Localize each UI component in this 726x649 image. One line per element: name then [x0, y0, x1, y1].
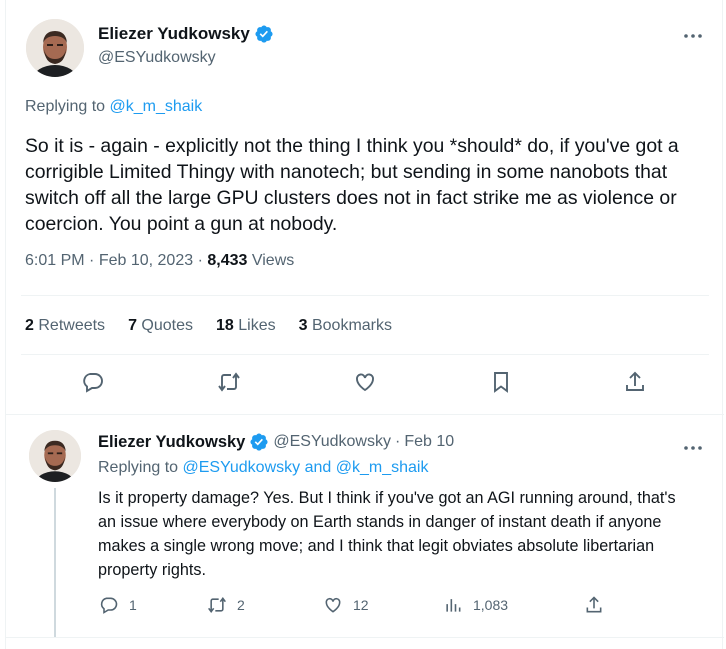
tweet-time[interactable]: 6:01 PM — [25, 252, 85, 269]
replying-to-link[interactable]: @k_m_shaik — [336, 459, 429, 476]
retweet-button[interactable]: 2 — [207, 595, 245, 615]
tweet-date[interactable]: Feb 10, 2023 — [99, 252, 193, 269]
replying-to-link[interactable]: @k_m_shaik — [110, 98, 203, 115]
likes-stat[interactable]: 18 Likes — [216, 317, 276, 335]
header-separator: · — [394, 433, 401, 450]
tweet-date[interactable]: Feb 10 — [404, 433, 454, 451]
reply-header: Eliezer Yudkowsky @ESYudkowsky · Feb 10 — [98, 432, 454, 452]
reply-icon — [100, 597, 118, 614]
reply-actions: 1 2 12 1,083 — [6, 595, 724, 619]
author-handle[interactable]: @ESYudkowsky — [98, 49, 216, 67]
verified-badge-icon — [250, 433, 268, 451]
tweet-text: So it is - again - explicitly not the th… — [25, 135, 679, 235]
quotes-count: 7 — [128, 317, 137, 334]
verified-badge-icon — [255, 25, 273, 43]
author-handle[interactable]: @ESYudkowsky — [273, 433, 391, 451]
retweet-icon[interactable] — [217, 370, 243, 396]
author-name[interactable]: Eliezer Yudkowsky — [98, 433, 245, 452]
like-count: 12 — [353, 597, 369, 613]
quotes-stat[interactable]: 7 Quotes — [128, 317, 193, 335]
retweets-count: 2 — [25, 317, 34, 334]
tweet-stats: 2 Retweets 7 Quotes 18 Likes 3 Bookmarks — [25, 317, 392, 335]
share-button[interactable] — [584, 595, 604, 615]
views-label: Views — [251, 252, 295, 269]
divider — [21, 295, 709, 296]
views-button[interactable]: 1,083 — [443, 595, 508, 615]
author-name[interactable]: Eliezer Yudkowsky — [98, 24, 274, 44]
tweet-thread: Eliezer Yudkowsky @ESYudkowsky Replying … — [5, 0, 724, 649]
reply-icon[interactable] — [81, 370, 107, 396]
meta-separator: · — [197, 252, 208, 269]
more-options-icon[interactable] — [682, 438, 704, 458]
divider — [6, 637, 724, 638]
views-chart-icon — [446, 599, 461, 612]
bookmarks-stat[interactable]: 3 Bookmarks — [299, 317, 392, 335]
avatar-photo — [29, 430, 81, 482]
meta-separator: · — [89, 252, 99, 269]
heart-icon — [325, 597, 341, 613]
avatar[interactable] — [29, 430, 81, 482]
author-name-text: Eliezer Yudkowsky — [98, 24, 250, 43]
replying-and: and — [304, 459, 332, 476]
likes-label: Likes — [238, 317, 276, 334]
divider — [6, 414, 724, 415]
replying-prefix: Replying to — [98, 459, 179, 476]
quotes-label: Quotes — [141, 317, 194, 334]
tweet-text: Is it property damage? Yes. But I think … — [98, 489, 676, 579]
retweets-label: Retweets — [38, 317, 106, 334]
reply-button[interactable]: 1 — [99, 595, 137, 615]
retweet-icon — [208, 597, 226, 613]
more-options-icon[interactable] — [682, 26, 704, 46]
replying-to-link[interactable]: @ESYudkowsky — [183, 459, 301, 476]
bookmark-icon[interactable] — [489, 370, 515, 396]
views-count: 8,433 — [207, 252, 248, 269]
share-icon[interactable] — [623, 370, 649, 396]
tweet-meta: 6:01 PM · Feb 10, 2023 · 8,433 Views — [25, 252, 294, 270]
bookmarks-label: Bookmarks — [311, 317, 393, 334]
retweet-count: 2 — [237, 597, 245, 613]
divider — [21, 354, 709, 355]
avatar-photo — [26, 19, 84, 77]
avatar[interactable] — [26, 19, 84, 77]
replying-prefix: Replying to — [25, 98, 106, 115]
like-button[interactable]: 12 — [323, 595, 369, 615]
bookmarks-count: 3 — [298, 317, 308, 334]
reply-count: 1 — [129, 597, 137, 613]
views-count: 1,083 — [473, 597, 509, 613]
retweets-stat[interactable]: 2 Retweets — [25, 317, 105, 335]
share-icon — [586, 596, 602, 613]
replying-to: Replying to @k_m_shaik — [25, 98, 202, 116]
likes-count: 18 — [216, 317, 234, 334]
heart-icon[interactable] — [353, 370, 379, 396]
tweet-actions — [6, 370, 724, 400]
replying-to: Replying to @ESYudkowsky and @k_m_shaik — [98, 459, 428, 477]
